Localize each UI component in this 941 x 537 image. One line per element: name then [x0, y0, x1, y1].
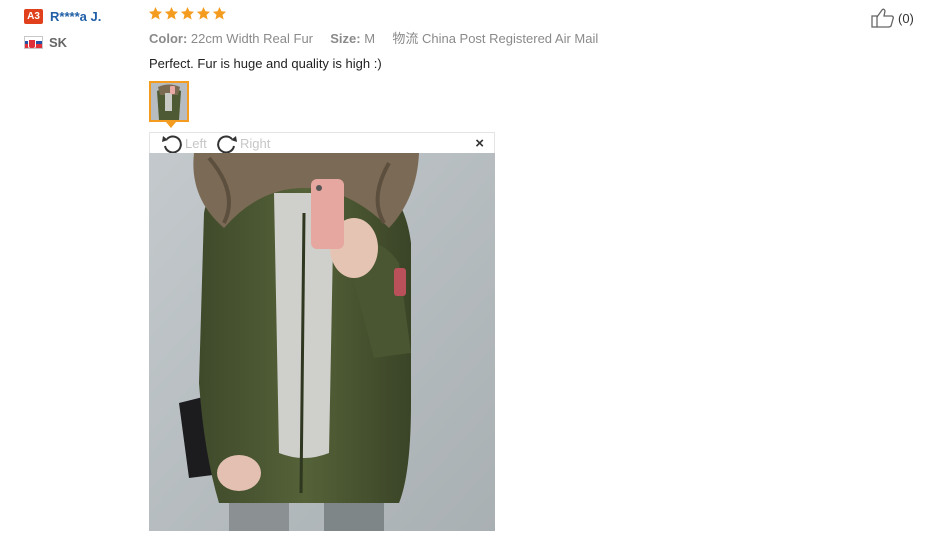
reviewer-country: SK	[49, 35, 68, 50]
like-count: (0)	[898, 10, 914, 26]
star-icon	[164, 6, 179, 20]
order-attributes: Color: 22cm Width Real Fur Size: M 物流 Ch…	[149, 31, 598, 47]
rotate-left-icon	[162, 135, 182, 153]
reviewer-name: R****a J.	[50, 9, 102, 24]
star-icon	[212, 6, 227, 20]
rotate-right-icon	[217, 135, 237, 153]
star-icon	[196, 6, 211, 20]
color-value: 22cm Width Real Fur	[190, 31, 313, 46]
helpful-like-button[interactable]: (0)	[871, 8, 914, 28]
star-icon	[180, 6, 195, 20]
shipping-value: China Post Registered Air Mail	[421, 31, 599, 46]
review-photo-large	[149, 153, 495, 531]
shipping-label: 物流	[392, 31, 419, 46]
photo-viewer-toolbar: Left Right ×	[149, 132, 495, 153]
level-badge: A3	[24, 9, 43, 24]
rotate-left-button[interactable]: Left	[161, 134, 207, 153]
slovakia-flag-icon	[24, 36, 43, 49]
rotate-right-label: Right	[240, 136, 271, 151]
color-label: Color:	[149, 31, 188, 46]
star-icon	[148, 6, 163, 20]
thumbnail-pointer	[166, 122, 176, 128]
thumbs-up-icon	[871, 8, 894, 28]
close-viewer-button[interactable]: ×	[475, 135, 484, 153]
star-rating	[148, 6, 227, 24]
size-value: M	[364, 31, 376, 46]
size-label: Size:	[330, 31, 361, 46]
review-text: Perfect. Fur is huge and quality is high…	[149, 56, 382, 71]
rotate-left-label: Left	[185, 136, 207, 151]
review-photo-thumbnail[interactable]	[149, 81, 189, 122]
rotate-right-button[interactable]: Right	[216, 134, 270, 153]
